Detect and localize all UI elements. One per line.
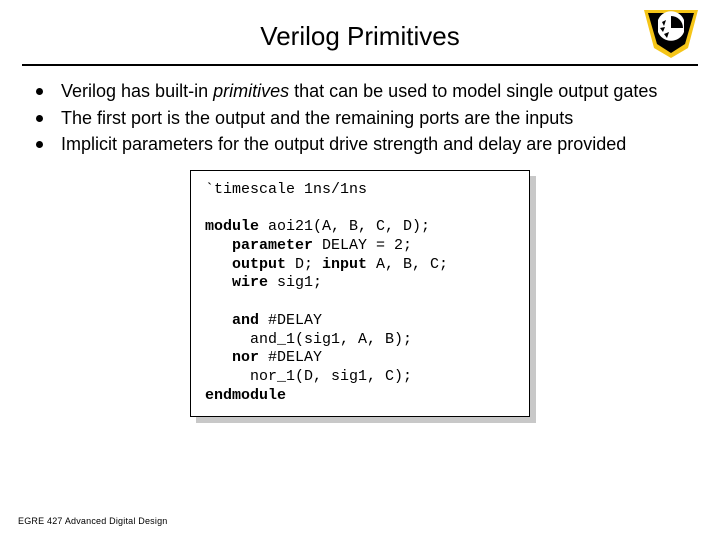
slide: Verilog Primitives Verilog has built-in … [0, 0, 720, 540]
code-keyword: nor [205, 349, 259, 366]
list-item: Verilog has built-in primitives that can… [36, 80, 692, 103]
code-keyword: input [322, 256, 367, 273]
text: that can be used to model single output … [289, 81, 657, 101]
code-keyword: endmodule [205, 387, 286, 404]
bullet-text: The first port is the output and the rem… [61, 107, 573, 130]
bullet-text: Verilog has built-in primitives that can… [61, 80, 657, 103]
code-line: and_1(sig1, A, B); [205, 331, 412, 348]
bullet-text: Implicit parameters for the output drive… [61, 133, 626, 156]
title-divider [22, 64, 698, 66]
code-line: D; [286, 256, 322, 273]
vcu-logo-icon [644, 10, 698, 58]
code-line: aoi21(A, B, C, D); [259, 218, 430, 235]
code-block: `timescale 1ns/1ns module aoi21(A, B, C,… [190, 170, 530, 417]
code-keyword: output [205, 256, 286, 273]
bullet-list: Verilog has built-in primitives that can… [28, 80, 692, 156]
code-keyword: parameter [205, 237, 313, 254]
list-item: Implicit parameters for the output drive… [36, 133, 692, 156]
text-emphasis: primitives [213, 81, 289, 101]
code-line: #DELAY [259, 312, 322, 329]
code-line: nor_1(D, sig1, C); [205, 368, 412, 385]
code-line: #DELAY [259, 349, 322, 366]
text: The first port is the output and the rem… [61, 108, 573, 128]
bullet-icon [36, 115, 43, 122]
code-line: `timescale 1ns/1ns [205, 181, 367, 198]
code-line: A, B, C; [367, 256, 448, 273]
code-keyword: and [205, 312, 259, 329]
text: Implicit parameters for the output drive… [61, 134, 626, 154]
bullet-icon [36, 88, 43, 95]
slide-title: Verilog Primitives [28, 21, 692, 52]
code-line: sig1; [268, 274, 322, 291]
code-keyword: module [205, 218, 259, 235]
code-box: `timescale 1ns/1ns module aoi21(A, B, C,… [190, 170, 530, 417]
text: Verilog has built-in [61, 81, 213, 101]
code-keyword: wire [205, 274, 268, 291]
title-row: Verilog Primitives [28, 12, 692, 60]
list-item: The first port is the output and the rem… [36, 107, 692, 130]
code-line: DELAY = 2; [313, 237, 412, 254]
footer-text: EGRE 427 Advanced Digital Design [18, 516, 167, 526]
bullet-icon [36, 141, 43, 148]
